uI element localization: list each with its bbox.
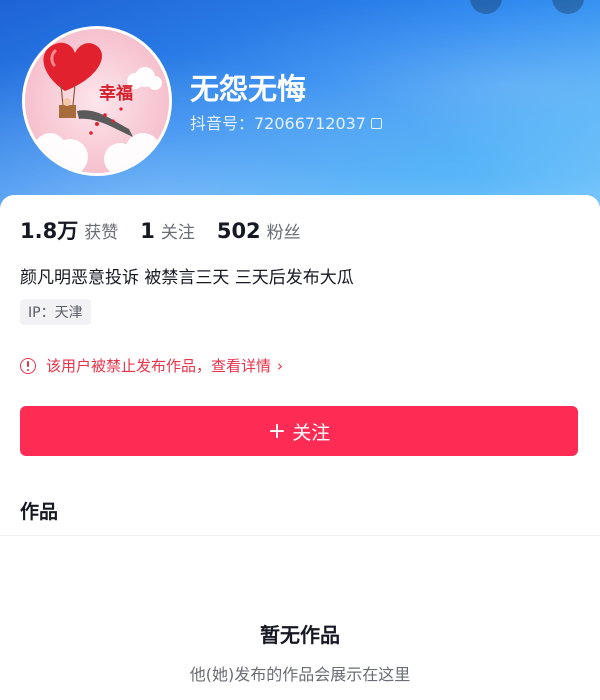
ban-warning-text: 该用户被禁止发布作品，查看详情 — [46, 357, 272, 375]
follow-button[interactable]: + 关注 — [20, 406, 578, 456]
profile-card: 1.8万 获赞 1 关注 502 粉丝 颜凡明恶意投诉 被禁言三天 三天后发布大… — [0, 195, 600, 700]
stat-following[interactable]: 1 关注 — [140, 218, 195, 243]
avatar-caption: 幸福 — [99, 84, 133, 104]
stat-likes[interactable]: 1.8万 获赞 — [20, 215, 118, 245]
nickname: 无怨无悔 — [190, 72, 307, 106]
avatar[interactable]: 幸福 — [22, 26, 172, 176]
chevron-right-icon: › — [277, 356, 284, 375]
stat-likes-label: 获赞 — [84, 223, 119, 243]
stat-followers[interactable]: 502 粉丝 — [217, 218, 301, 243]
douyin-id-text: 抖音号：72066712037 — [190, 114, 366, 133]
plus-icon: + — [267, 418, 287, 444]
exclamation-circle-icon — [20, 357, 36, 374]
stat-followers-label: 粉丝 — [266, 223, 301, 243]
stat-followers-value: 502 — [216, 219, 261, 243]
ban-warning-link[interactable]: 该用户被禁止发布作品，查看详情 › — [20, 355, 283, 376]
follow-button-label: 关注 — [292, 421, 331, 444]
empty-state-subtitle: 他(她)发布的作品会展示在这里 — [189, 665, 411, 684]
bio-text: 颜凡明恶意投诉 被禁言三天 三天后发布大瓜 — [20, 268, 354, 288]
copy-icon[interactable] — [370, 118, 382, 129]
stats-row: 1.8万 获赞 1 关注 502 粉丝 — [20, 215, 323, 245]
douyin-id[interactable]: 抖音号：72066712037 — [190, 110, 382, 134]
stat-following-value: 1 — [140, 219, 155, 243]
divider — [0, 535, 600, 536]
heart-balloon-avatar-image — [25, 29, 169, 173]
stat-following-label: 关注 — [160, 223, 195, 243]
ip-location-tag: IP：天津 — [20, 299, 91, 325]
stat-likes-value: 1.8万 — [20, 219, 79, 243]
tab-works[interactable]: 作品 — [20, 497, 58, 524]
empty-state-title: 暂无作品 — [260, 623, 340, 647]
profile-header-banner: 幸福 无怨无悔 抖音号：72066712037 — [0, 0, 600, 215]
